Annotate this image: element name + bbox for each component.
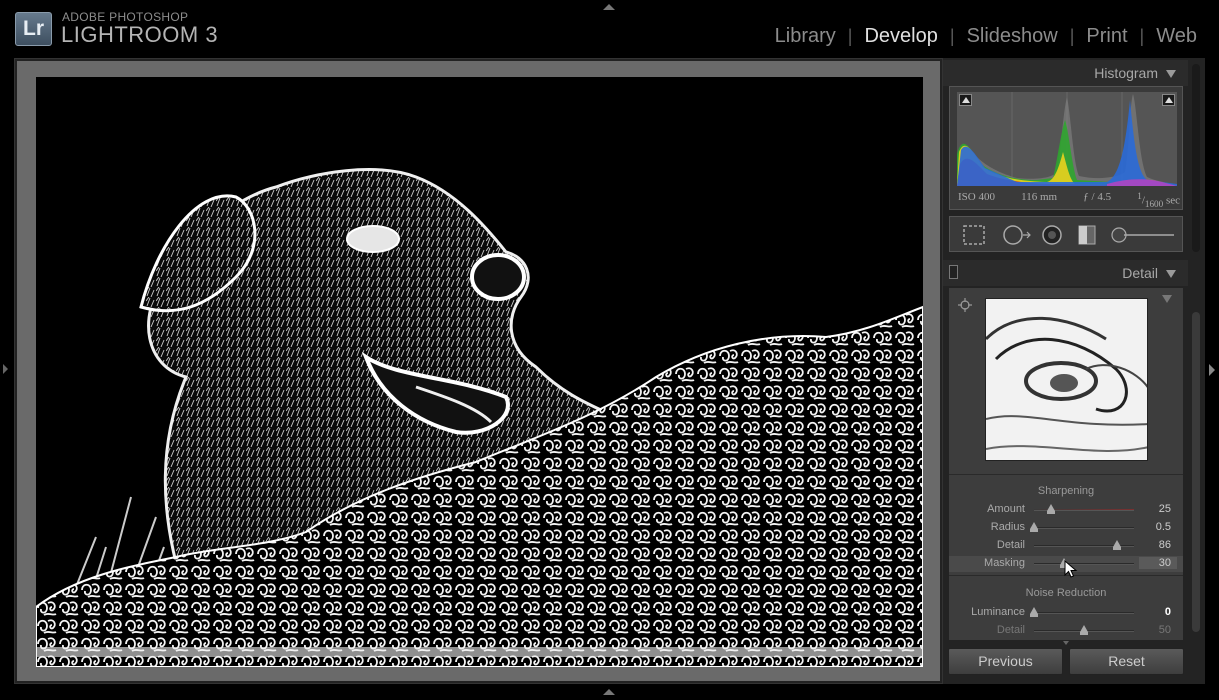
module-slideshow[interactable]: Slideshow xyxy=(967,25,1058,48)
slider-label: Luminance xyxy=(971,606,1025,618)
right-panel-scrollbar[interactable] xyxy=(1192,312,1200,632)
brand-line-2: LIGHTROOM 3 xyxy=(61,22,219,47)
module-develop[interactable]: Develop xyxy=(864,25,937,48)
slider-amount[interactable]: Amount 25 xyxy=(949,502,1183,518)
slider-track[interactable] xyxy=(1030,522,1134,532)
show-filmstrip-arrow-icon[interactable] xyxy=(603,689,615,695)
module-divider: | xyxy=(1069,26,1075,46)
module-divider: | xyxy=(949,26,955,46)
histogram-title: Histogram xyxy=(1094,65,1158,81)
slider-track[interactable] xyxy=(1034,625,1134,635)
crop-overlay-icon[interactable] xyxy=(962,224,986,246)
aperture-value: ƒ / 4.5 xyxy=(1083,191,1112,203)
highlight-clipping-toggle[interactable] xyxy=(1162,94,1175,106)
slider-label: Detail xyxy=(996,539,1025,551)
histogram-graph xyxy=(957,92,1177,186)
detail-zoom-preview[interactable] xyxy=(985,298,1148,461)
slider-value[interactable]: 25 xyxy=(1139,503,1177,515)
module-print[interactable]: Print xyxy=(1086,25,1127,48)
preview-eye-closeup xyxy=(986,299,1147,460)
preview-menu-triangle-icon[interactable] xyxy=(1162,295,1172,303)
slider-thumb[interactable] xyxy=(1047,504,1055,514)
slider-value[interactable]: 86 xyxy=(1139,539,1177,551)
slider-thumb[interactable] xyxy=(1030,607,1038,617)
slider-value[interactable]: 0.5 xyxy=(1139,521,1177,533)
detail-panel: Sharpening Amount 25 Radius 0.5 Detail 8… xyxy=(949,288,1183,640)
detail-title: Detail xyxy=(1122,265,1158,281)
slider-noise-detail[interactable]: Detail 50 xyxy=(949,623,1183,639)
reset-button[interactable]: Reset xyxy=(1069,648,1184,675)
right-panel: Histogram ISO 400 116 mm ƒ / 4.5 1/1600 xyxy=(943,58,1205,684)
focal-length-value: 116 mm xyxy=(1021,191,1058,203)
mouse-cursor-icon xyxy=(1064,560,1078,578)
target-adjust-icon[interactable] xyxy=(958,297,972,312)
module-library[interactable]: Library xyxy=(775,25,836,48)
dog-edge-mask-image xyxy=(35,77,924,668)
detail-panel-header[interactable]: Detail xyxy=(943,260,1188,286)
slider-track[interactable] xyxy=(1034,504,1134,514)
slider-track[interactable] xyxy=(1034,558,1134,568)
slider-thumb[interactable] xyxy=(1030,522,1038,532)
slider-detail[interactable]: Detail 86 xyxy=(949,538,1183,554)
slider-label: Masking xyxy=(984,557,1025,569)
collapse-triangle-icon[interactable] xyxy=(1166,70,1176,78)
sharpening-title: Sharpening xyxy=(1037,485,1095,497)
lightroom-logo: Lr xyxy=(15,12,52,46)
histogram[interactable]: ISO 400 116 mm ƒ / 4.5 1/1600 sec xyxy=(949,86,1183,210)
module-divider: | xyxy=(1139,26,1145,46)
shutter-value: 1/1600 sec xyxy=(1137,191,1180,209)
shadow-clipping-toggle[interactable] xyxy=(959,94,972,106)
show-top-panel-arrow-icon[interactable] xyxy=(603,4,615,10)
previous-button[interactable]: Previous xyxy=(948,648,1063,675)
slider-thumb[interactable] xyxy=(1113,540,1121,550)
show-left-panel-arrow-icon[interactable] xyxy=(3,364,8,374)
slider-value[interactable]: 30 xyxy=(1139,557,1177,569)
hide-right-panel-arrow-icon[interactable] xyxy=(1209,364,1215,376)
tool-strip xyxy=(949,216,1183,252)
panel-solo-toggle[interactable] xyxy=(949,265,958,279)
slider-thumb[interactable] xyxy=(1080,625,1088,635)
red-eye-icon[interactable] xyxy=(1040,224,1064,246)
module-web[interactable]: Web xyxy=(1156,25,1197,48)
scrollbar-track xyxy=(1192,64,1200,252)
noise-reduction-title: Noise Reduction xyxy=(1025,587,1107,599)
divider xyxy=(949,474,1183,475)
module-divider: | xyxy=(847,26,853,46)
slider-label: Radius xyxy=(990,521,1025,533)
slider-label: Amount xyxy=(987,503,1025,515)
histogram-curves xyxy=(957,92,1177,186)
slider-label: Detail xyxy=(996,624,1025,636)
image-canvas xyxy=(17,61,940,681)
adjustment-brush-icon[interactable] xyxy=(1110,224,1176,246)
scroll-end-marker-icon xyxy=(1063,641,1069,645)
slider-value[interactable]: 50 xyxy=(1139,624,1177,636)
slider-luminance[interactable]: Luminance 0 xyxy=(949,605,1183,621)
collapse-triangle-icon[interactable] xyxy=(1166,270,1176,278)
graduated-filter-icon[interactable] xyxy=(1075,224,1099,246)
image-canvas-frame xyxy=(14,58,943,684)
slider-track[interactable] xyxy=(1030,607,1134,617)
masking-preview-photo[interactable] xyxy=(35,77,924,668)
module-picker: Library | Develop | Slideshow | Print | … xyxy=(775,25,1197,48)
exif-info-row: ISO 400 116 mm ƒ / 4.5 1/1600 sec xyxy=(958,191,1180,209)
slider-radius[interactable]: Radius 0.5 xyxy=(949,520,1183,536)
iso-value: ISO 400 xyxy=(958,191,995,203)
slider-track[interactable] xyxy=(1034,540,1134,550)
slider-value[interactable]: 0 xyxy=(1139,606,1177,618)
spot-removal-icon[interactable] xyxy=(1002,224,1032,246)
histogram-panel-header[interactable]: Histogram xyxy=(943,60,1188,86)
